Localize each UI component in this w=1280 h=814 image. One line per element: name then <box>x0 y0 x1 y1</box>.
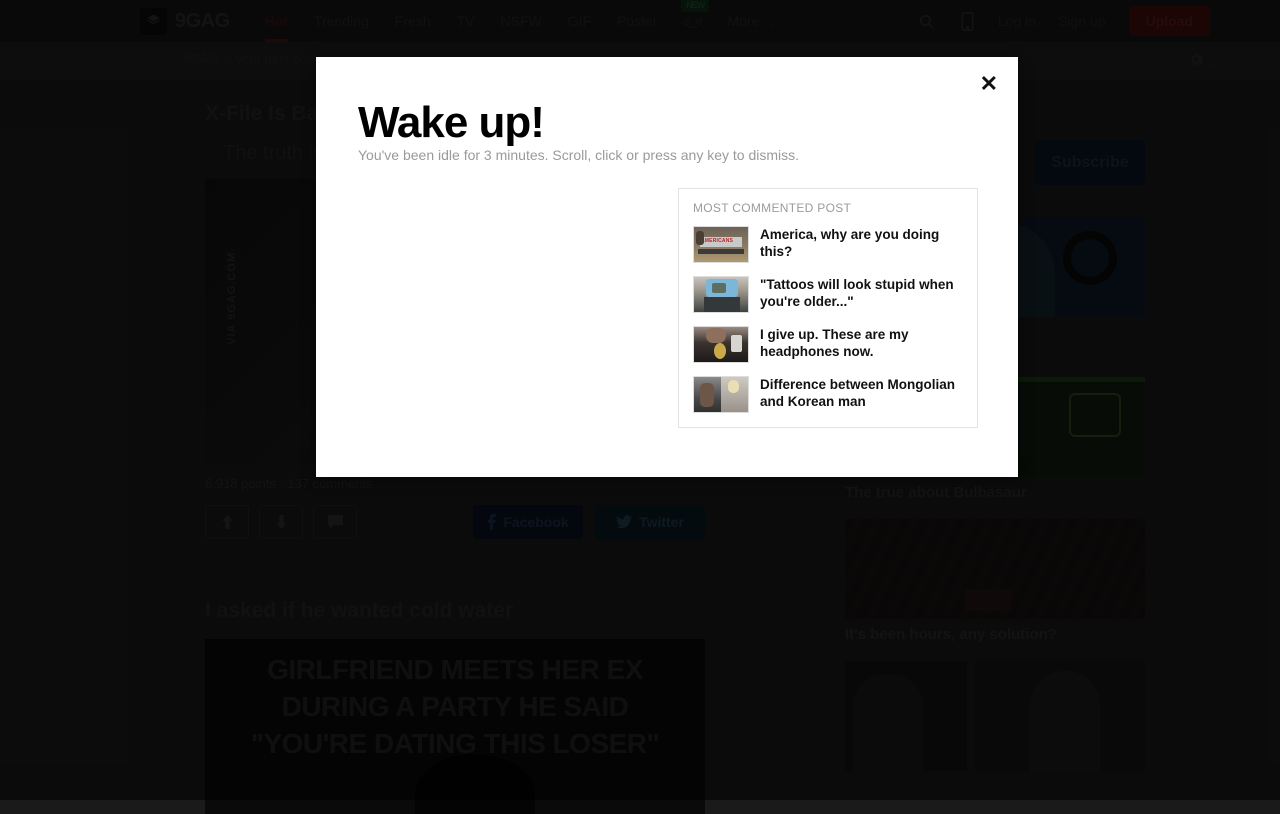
modal-subtitle: You've been idle for 3 minutes. Scroll, … <box>358 147 799 163</box>
list-item[interactable]: I give up. These are my headphones now. <box>693 326 963 363</box>
wake-up-modal: ✕ Wake up! You've been idle for 3 minute… <box>316 57 1018 477</box>
list-item-label: Difference between Mongolian and Korean … <box>760 376 963 410</box>
modal-title: Wake up! <box>358 99 544 147</box>
list-item[interactable]: AMERICANS America, why are you doing thi… <box>693 226 963 263</box>
americans-protest-thumb: AMERICANS <box>693 226 749 263</box>
list-item-label: America, why are you doing this? <box>760 226 963 260</box>
tattooed-man-thumb <box>693 276 749 313</box>
list-item-label: I give up. These are my headphones now. <box>760 326 963 360</box>
most-commented-heading: MOST COMMENTED POST <box>693 201 963 215</box>
list-item[interactable]: "Tattoos will look stupid when you're ol… <box>693 276 963 313</box>
most-commented-card: MOST COMMENTED POST AMERICANS America, w… <box>678 188 978 428</box>
mongolian-korean-thumb <box>693 376 749 413</box>
close-icon[interactable]: ✕ <box>974 69 1004 99</box>
idle-overlay-backdrop[interactable]: ✕ Wake up! You've been idle for 3 minute… <box>0 0 1280 800</box>
list-item-label: "Tattoos will look stupid when you're ol… <box>760 276 963 310</box>
man-mirror-selfie-thumb <box>693 326 749 363</box>
list-item[interactable]: Difference between Mongolian and Korean … <box>693 376 963 413</box>
